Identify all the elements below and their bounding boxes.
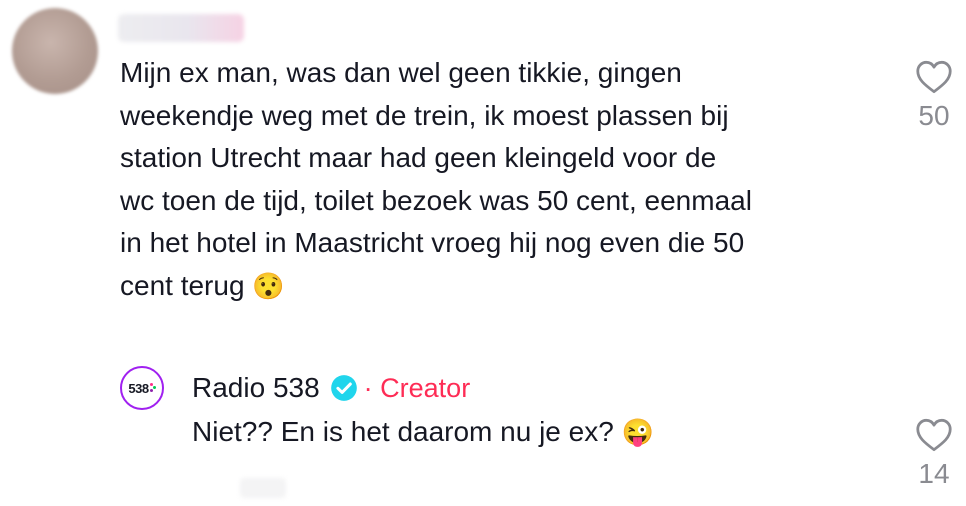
reply-like-button[interactable]: 14 — [904, 418, 964, 490]
heart-icon[interactable] — [915, 418, 953, 452]
faded-reply-action — [240, 478, 286, 498]
comment-body: Mijn ex man, was dan wel geen tikkie, gi… — [120, 57, 752, 301]
reply-text: Niet?? En is het daarom nu je ex? 😜 — [192, 412, 654, 452]
comment-like-button[interactable]: 50 — [904, 60, 964, 132]
reply-body: Niet?? En is het daarom nu je ex? — [192, 416, 622, 447]
creator-badge: · Creator — [363, 372, 471, 403]
radio538-logo-text: 538 — [128, 380, 149, 396]
commenter-username[interactable] — [118, 14, 244, 42]
astonished-emoji: 😯 — [252, 270, 285, 301]
reply-author-name[interactable]: Radio 538 — [192, 372, 320, 404]
radio538-avatar[interactable]: 538 — [120, 366, 164, 410]
comment-like-count: 50 — [918, 100, 950, 131]
radio538-logo-dots — [149, 383, 156, 393]
comment-text: Mijn ex man, was dan wel geen tikkie, gi… — [120, 52, 900, 307]
reply-header: Radio 538 · Creator — [192, 368, 470, 408]
verified-check-icon — [330, 375, 357, 401]
winking-tongue-emoji: 😜 — [621, 417, 654, 447]
reply-like-count: 14 — [918, 458, 950, 489]
heart-icon[interactable] — [915, 60, 953, 94]
commenter-avatar[interactable] — [12, 8, 98, 94]
